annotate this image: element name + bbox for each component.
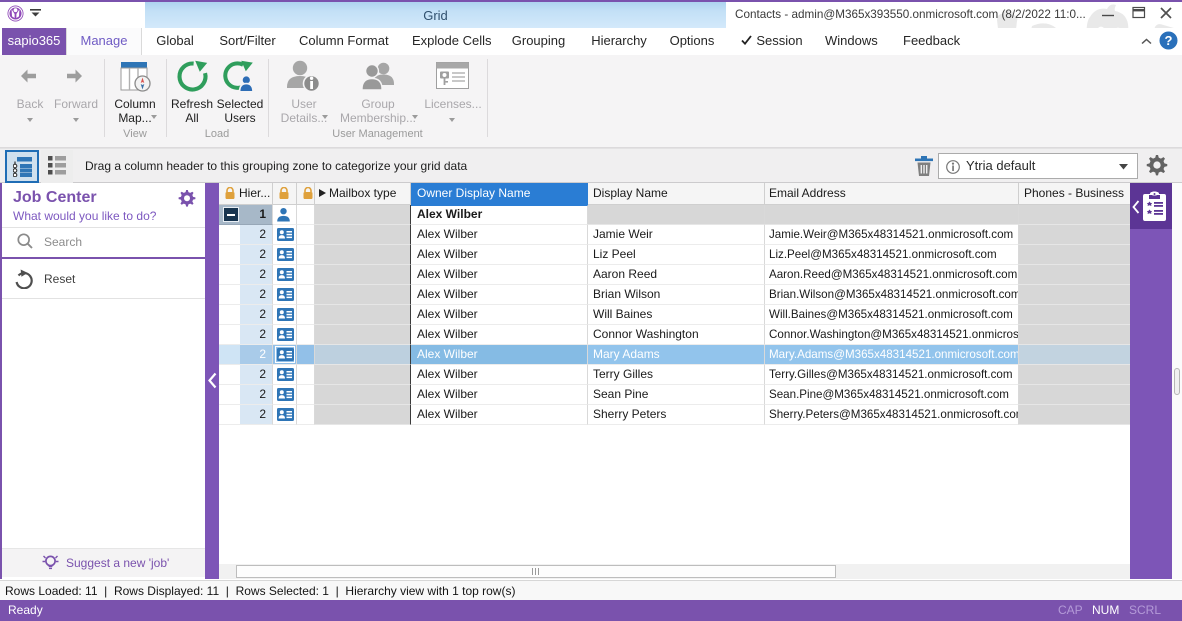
svg-text:?: ? [1165,33,1173,48]
